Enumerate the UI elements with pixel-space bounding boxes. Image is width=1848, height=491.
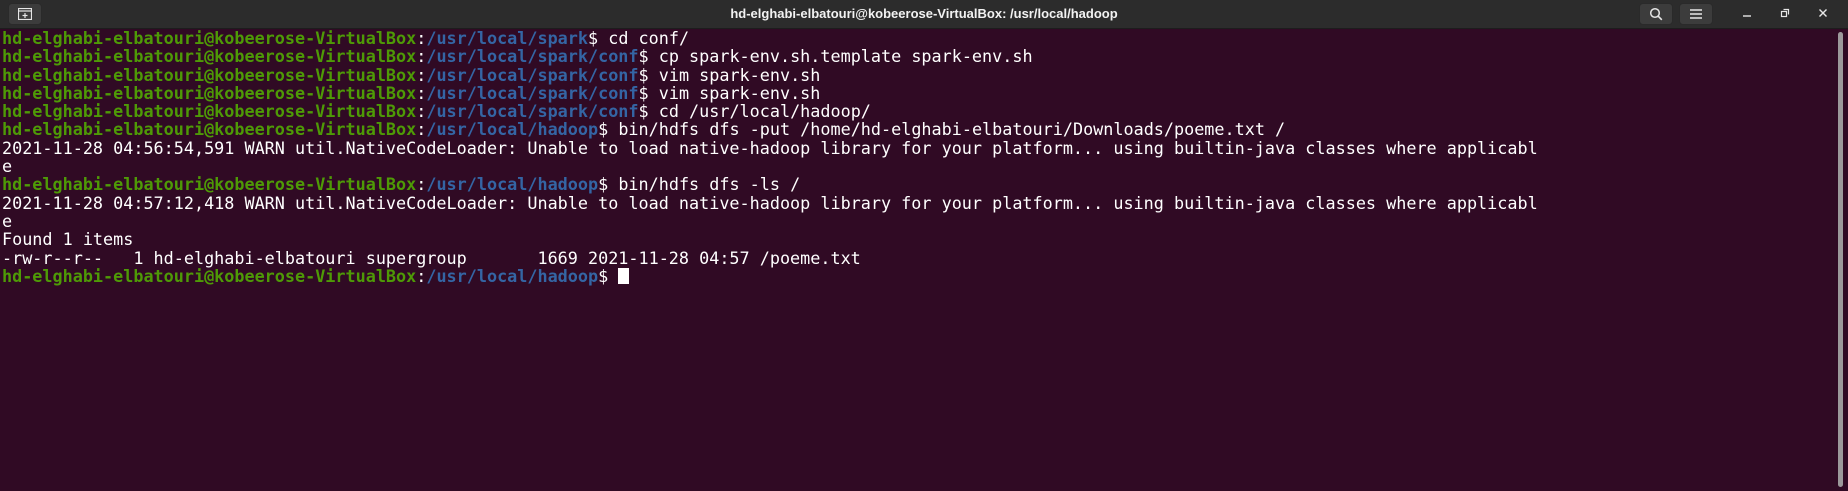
prompt-separator: : xyxy=(416,265,427,286)
search-icon xyxy=(1649,7,1663,21)
maximize-button[interactable] xyxy=(1777,6,1793,22)
output-text: e xyxy=(2,210,13,231)
output-text: 2021-11-28 04:56:54,591 WARN util.Native… xyxy=(2,137,1538,158)
prompt-line: hd-elghabi-elbatouri@kobeerose-VirtualBo… xyxy=(2,175,1835,193)
output-text: Found 1 items xyxy=(2,229,134,250)
command-text: bin/hdfs dfs -ls / xyxy=(618,174,801,195)
prompt-user: hd-elghabi-elbatouri@kobeerose-VirtualBo… xyxy=(2,119,417,140)
output-line: -rw-r--r-- 1 hd-elghabi-elbatouri superg… xyxy=(2,247,1835,268)
prompt-separator: : xyxy=(416,101,427,122)
new-tab-icon xyxy=(18,8,32,20)
title-bar[interactable]: hd-elghabi-elbatouri@kobeerose-VirtualBo… xyxy=(0,0,1848,29)
prompt-separator: : xyxy=(416,29,427,48)
command-text: cd /usr/local/hadoop/ xyxy=(658,101,871,122)
menu-button[interactable] xyxy=(1679,3,1713,25)
prompt-path: /usr/local/hadoop xyxy=(426,265,599,286)
prompt-line: hd-elghabi-elbatouri@kobeerose-VirtualBo… xyxy=(2,102,1835,120)
search-button[interactable] xyxy=(1639,3,1673,25)
close-icon xyxy=(1818,5,1828,23)
terminal-output[interactable]: hd-elghabi-elbatouri@kobeerose-VirtualBo… xyxy=(0,29,1835,491)
prompt-user: hd-elghabi-elbatouri@kobeerose-VirtualBo… xyxy=(2,101,417,122)
prompt-path: /usr/local/spark/conf xyxy=(426,82,639,103)
window-title: hd-elghabi-elbatouri@kobeerose-VirtualBo… xyxy=(730,6,1118,21)
prompt-path: /usr/local/hadoop xyxy=(426,119,599,140)
close-button[interactable] xyxy=(1815,6,1831,22)
minimize-button[interactable] xyxy=(1739,6,1755,22)
prompt-separator: : xyxy=(416,46,427,67)
prompt-user: hd-elghabi-elbatouri@kobeerose-VirtualBo… xyxy=(2,46,417,67)
prompt-user: hd-elghabi-elbatouri@kobeerose-VirtualBo… xyxy=(2,265,417,286)
prompt-path: /usr/local/spark/conf xyxy=(426,64,639,85)
prompt-line: hd-elghabi-elbatouri@kobeerose-VirtualBo… xyxy=(2,267,1835,285)
scrollbar[interactable] xyxy=(1837,30,1845,490)
output-line: 2021-11-28 04:57:12,418 WARN util.Native… xyxy=(2,194,1835,212)
command-text: cd conf/ xyxy=(608,29,690,48)
prompt-user: hd-elghabi-elbatouri@kobeerose-VirtualBo… xyxy=(2,64,417,85)
command-text: bin/hdfs dfs -put /home/hd-elghabi-elbat… xyxy=(618,119,1286,140)
prompt-user: hd-elghabi-elbatouri@kobeerose-VirtualBo… xyxy=(2,82,417,103)
prompt-symbol: $ xyxy=(638,101,659,122)
prompt-symbol: $ xyxy=(638,82,659,103)
prompt-symbol: $ xyxy=(588,29,609,48)
command-text: cp spark-env.sh.template spark-env.sh xyxy=(658,46,1033,67)
prompt-separator: : xyxy=(416,119,427,140)
output-line: Found 1 items xyxy=(2,230,1835,248)
prompt-line: hd-elghabi-elbatouri@kobeerose-VirtualBo… xyxy=(2,84,1835,102)
prompt-path: /usr/local/hadoop xyxy=(426,174,599,195)
command-text: vim spark-env.sh xyxy=(658,64,821,85)
terminal-window: hd-elghabi-elbatouri@kobeerose-VirtualBo… xyxy=(0,0,1848,491)
maximize-icon xyxy=(1780,5,1790,23)
new-tab-button[interactable] xyxy=(8,3,42,25)
output-line: e xyxy=(2,212,1835,230)
prompt-line: hd-elghabi-elbatouri@kobeerose-VirtualBo… xyxy=(2,64,1835,85)
prompt-separator: : xyxy=(416,64,427,85)
prompt-line: hd-elghabi-elbatouri@kobeerose-VirtualBo… xyxy=(2,29,1835,47)
prompt-path: /usr/local/spark/conf xyxy=(426,46,639,67)
prompt-user: hd-elghabi-elbatouri@kobeerose-VirtualBo… xyxy=(2,174,417,195)
prompt-symbol: $ xyxy=(598,265,619,286)
output-text: e xyxy=(2,156,13,177)
prompt-separator: : xyxy=(416,174,427,195)
scrollbar-thumb[interactable] xyxy=(1838,32,1843,487)
minimize-icon xyxy=(1742,5,1752,23)
output-line: 2021-11-28 04:56:54,591 WARN util.Native… xyxy=(2,139,1835,157)
prompt-symbol: $ xyxy=(598,174,619,195)
prompt-separator: : xyxy=(416,82,427,103)
prompt-line: hd-elghabi-elbatouri@kobeerose-VirtualBo… xyxy=(2,47,1835,65)
output-text: -rw-r--r-- 1 hd-elghabi-elbatouri superg… xyxy=(2,247,861,268)
hamburger-menu-icon xyxy=(1690,9,1702,19)
command-text: vim spark-env.sh xyxy=(658,82,821,103)
prompt-line: hd-elghabi-elbatouri@kobeerose-VirtualBo… xyxy=(2,120,1835,138)
prompt-symbol: $ xyxy=(638,46,659,67)
prompt-symbol: $ xyxy=(638,64,659,85)
prompt-symbol: $ xyxy=(598,119,619,140)
prompt-user: hd-elghabi-elbatouri@kobeerose-VirtualBo… xyxy=(2,29,417,48)
prompt-path: /usr/local/spark xyxy=(426,29,588,48)
text-cursor[interactable] xyxy=(618,267,630,284)
output-text: 2021-11-28 04:57:12,418 WARN util.Native… xyxy=(2,192,1538,213)
output-line: e xyxy=(2,157,1835,175)
prompt-path: /usr/local/spark/conf xyxy=(426,101,639,122)
